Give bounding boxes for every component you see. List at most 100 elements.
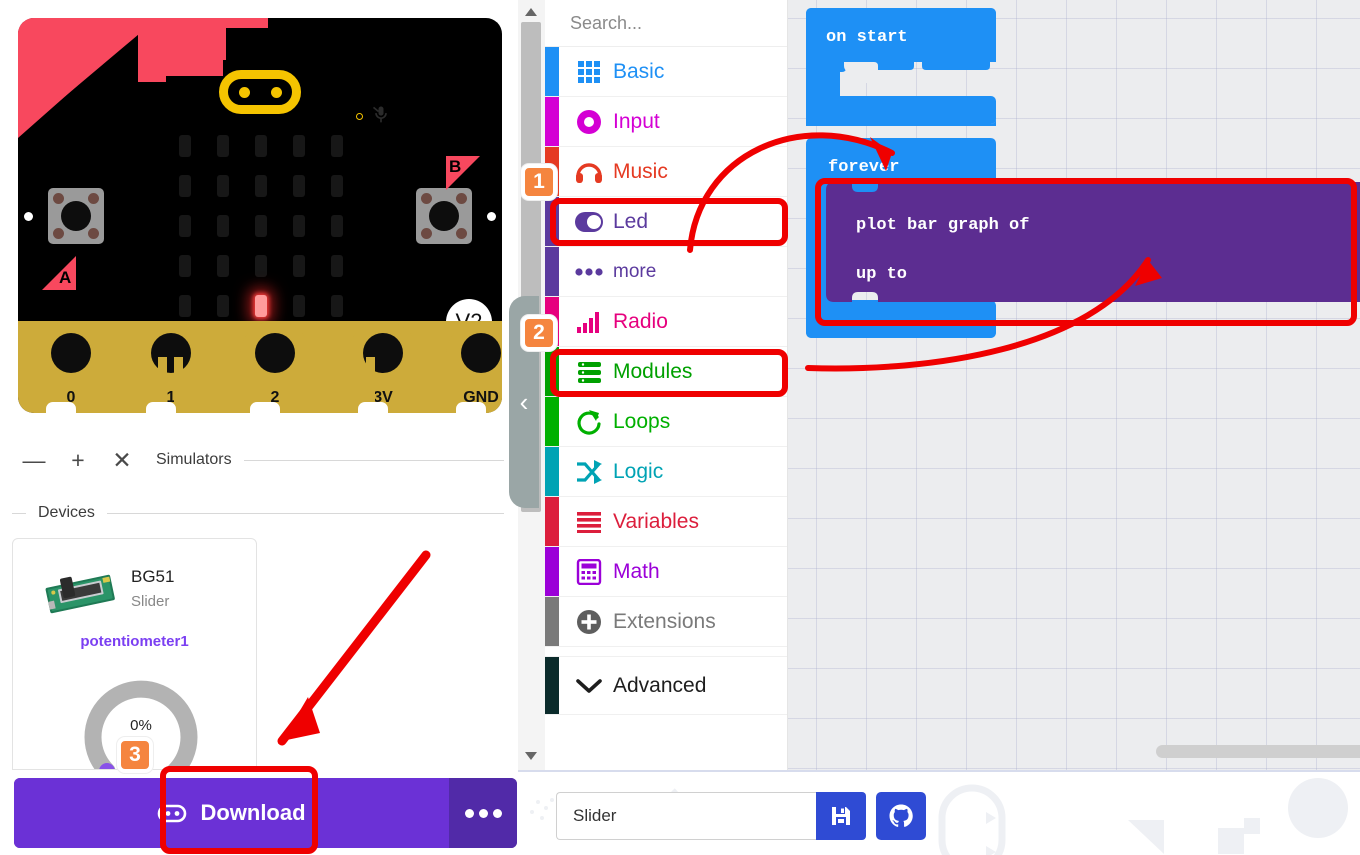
small-pins-group: [210, 357, 251, 413]
pin-gnd[interactable]: GND: [446, 321, 502, 413]
board-notch: [358, 402, 388, 413]
dial-value-label: 0%: [130, 717, 152, 734]
toolbox-search-bar: [545, 0, 827, 47]
download-more-button[interactable]: [449, 778, 517, 848]
toolbox-category-loops[interactable]: Loops: [545, 397, 787, 447]
toolbox-category-variables[interactable]: Variables: [545, 497, 787, 547]
workspace-horizontal-scrollbar[interactable]: [1156, 745, 1360, 758]
simulator-panel: A B V2 0 1 2 3V: [0, 0, 518, 770]
devices-section-header: Devices: [12, 500, 504, 526]
board-dot-right: [487, 212, 496, 221]
toolbox-category-basic[interactable]: Basic: [545, 47, 787, 97]
category-label: Logic: [613, 459, 664, 483]
toolbox-category-input[interactable]: Input: [545, 97, 787, 147]
led-cell: [331, 295, 343, 317]
category-label: Input: [613, 109, 660, 133]
button-b-marker: B: [446, 156, 480, 190]
microbit-button-a[interactable]: [48, 188, 104, 244]
led-cell: [217, 135, 229, 157]
led-cell: [179, 295, 191, 317]
led-cell: [331, 255, 343, 277]
device-card-bg51[interactable]: BG51 Slider potentiometer1 0%: [12, 538, 257, 770]
circle-dot-icon: [565, 108, 613, 136]
scroll-up-arrow-icon[interactable]: [525, 8, 537, 16]
led-cell: [293, 295, 305, 317]
toolbox-category-advanced[interactable]: Advanced: [545, 657, 787, 715]
toolbox-category-modules[interactable]: Modules: [545, 347, 787, 397]
pin-0[interactable]: 0: [36, 321, 106, 413]
toolbox-category-radio[interactable]: Radio: [545, 297, 787, 347]
toolbox-category-math[interactable]: Math: [545, 547, 787, 597]
category-label: Music: [613, 159, 668, 183]
led-cell: [217, 295, 229, 317]
led-cell: [293, 135, 305, 157]
toolbox-category-led[interactable]: Led: [545, 197, 787, 247]
led-cell: [255, 255, 267, 277]
led-cell: [179, 175, 191, 197]
step-badge-1: 1: [521, 164, 557, 200]
led-cell: [255, 175, 267, 197]
headphones-icon: [565, 159, 613, 185]
toolbox-category-music[interactable]: Music: [545, 147, 787, 197]
download-bar: Download: [14, 778, 517, 848]
board-notch: [46, 402, 76, 413]
category-label: Extensions: [613, 609, 716, 633]
led-cell: [179, 215, 191, 237]
block-plot-bar-graph[interactable]: [826, 182, 1360, 308]
scroll-down-arrow-icon[interactable]: [525, 752, 537, 760]
small-pins-group: [422, 357, 447, 413]
ellipsis-icon: [464, 808, 502, 818]
block-on-start[interactable]: [806, 8, 996, 128]
devices-section-label: Devices: [38, 504, 95, 521]
toolbox-separator: [545, 647, 787, 657]
blocks-workspace[interactable]: on start forever plot bar graph of up to…: [788, 0, 1360, 770]
board-notch: [456, 402, 486, 413]
led-matrix[interactable]: [166, 126, 356, 326]
plus-icon[interactable]: +: [56, 444, 100, 476]
download-button[interactable]: Download: [14, 778, 449, 848]
led-cell: [179, 255, 191, 277]
board-notch: [146, 402, 176, 413]
chevron-down-icon: [565, 676, 613, 696]
search-input[interactable]: [545, 11, 804, 35]
led-cell: [217, 255, 229, 277]
category-label: Math: [613, 559, 660, 583]
microbit-board: A B V2 0 1 2 3V: [18, 18, 502, 413]
bottom-toolbar: [518, 770, 1360, 855]
stack-icon: [565, 360, 613, 384]
toggle-icon: [565, 211, 613, 233]
category-label: Advanced: [613, 673, 707, 697]
loop-icon: [565, 408, 613, 436]
toolbox-panel: Basic Input: [518, 0, 827, 770]
ellipsis-icon: [565, 267, 613, 277]
minimize-icon[interactable]: —: [12, 444, 56, 476]
plus-circle-icon: [565, 608, 613, 636]
category-label: Modules: [613, 359, 693, 383]
led-cell-lit: [255, 295, 267, 317]
toolbox-category-more[interactable]: more: [545, 247, 787, 297]
divider: [243, 459, 504, 461]
simulator-toolbar: — + ✕ Simulators: [12, 443, 504, 477]
plot-prefix-label: plot bar graph of: [856, 216, 1030, 235]
toolbox-category-extensions[interactable]: Extensions: [545, 597, 787, 647]
microbit-button-b[interactable]: [416, 188, 472, 244]
led-cell: [331, 215, 343, 237]
microbit-simulator[interactable]: A B V2 0 1 2 3V: [18, 18, 502, 413]
toolbox-category-logic[interactable]: Logic: [545, 447, 787, 497]
category-label: Radio: [613, 309, 668, 333]
step-badge-2: 2: [521, 315, 557, 351]
board-notch: [250, 402, 280, 413]
github-button[interactable]: [876, 792, 926, 840]
led-cell: [293, 215, 305, 237]
chevron-left-icon: ‹: [519, 387, 529, 417]
device-variable-name: potentiometer1: [80, 633, 189, 650]
led-cell: [331, 175, 343, 197]
led-cell: [331, 135, 343, 157]
project-name-input[interactable]: [556, 792, 816, 840]
toolbox-category-list: Basic Input Music Led more Radio Modules…: [545, 47, 787, 770]
category-label: Variables: [613, 509, 699, 533]
save-button[interactable]: [816, 792, 866, 840]
category-label: Loops: [613, 409, 671, 433]
device-name: BG51: [131, 567, 175, 586]
close-icon[interactable]: ✕: [100, 444, 144, 476]
